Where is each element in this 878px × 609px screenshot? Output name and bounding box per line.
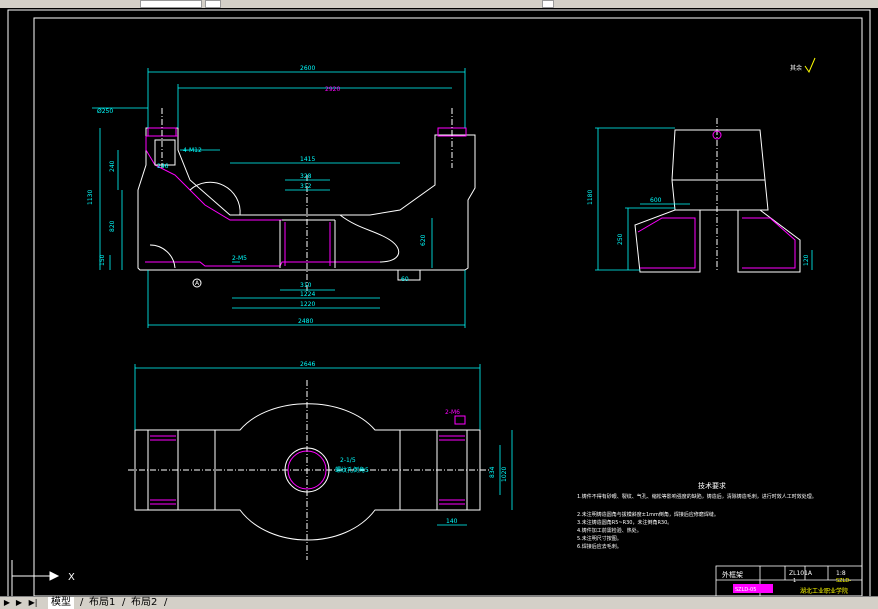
- plan-hole-note-2: 螺纹孔倒角5: [335, 466, 369, 474]
- tech-line-3: 3.未注铸造圆角R5~R30，未注倒角R30。: [577, 519, 672, 526]
- dim-150: 150: [99, 254, 106, 266]
- side-view: 1180 600 250 120 其余: [587, 57, 816, 273]
- plan-side-b: 1020: [501, 467, 508, 482]
- school-name: 湖北工业职业学院: [800, 587, 848, 595]
- weld-seam: [145, 136, 285, 221]
- dim-246: 246: [157, 163, 169, 170]
- layout-tab-bar: ▶ ▶ ▶| 模型 / 布局1 / 布局2 /: [0, 596, 878, 609]
- dim-328: 328: [300, 173, 312, 180]
- roughness-symbol: [804, 57, 816, 74]
- dim-240: 240: [109, 160, 116, 172]
- first-tab-button[interactable]: ▶: [2, 598, 12, 608]
- tech-requirements: 技术要求 1.铸件不得有砂眼、裂纹、气孔、缩松等影响强度的缺陷，铸造后，清除铸造…: [577, 481, 817, 550]
- dim-1220: 1220: [300, 301, 315, 308]
- plan-hole-note-1: 2-1/5: [340, 457, 356, 464]
- plan-length: 2646: [300, 361, 315, 368]
- side-height: 1180: [587, 190, 594, 205]
- tech-line-1: 1.铸件不得有砂眼、裂纹、气孔、缩松等影响强度的缺陷，铸造后，清除铸造毛刺，进行…: [577, 493, 817, 500]
- dim-1415: 1415: [300, 156, 315, 163]
- tech-line-5: 5.未注明尺寸按图。: [577, 535, 622, 542]
- front-view: 2600 2920 1415 328 312 1130 820 240 150 …: [87, 65, 476, 328]
- tech-line-4: 4.铸件加工前需检验、热处。: [577, 527, 642, 534]
- drawing-number: SZLD-: [836, 578, 851, 584]
- drawer: SZLD-05: [735, 587, 756, 593]
- side-low: 250: [617, 233, 624, 245]
- ucs-icon: X: [11, 560, 75, 596]
- scale: 1:8: [836, 570, 846, 577]
- dim-1130: 1130: [87, 190, 94, 205]
- ucs-x-label: X: [68, 572, 75, 583]
- tech-line-6: 6.焊接后应去毛刺。: [577, 543, 622, 550]
- roughness-note: 其余: [790, 64, 802, 72]
- tab-model[interactable]: 模型: [48, 597, 74, 609]
- dim-820: 820: [109, 220, 116, 232]
- quantity: 1: [793, 578, 796, 584]
- next-tab-button[interactable]: ▶|: [28, 598, 38, 608]
- plan-top-note: 2-M6: [445, 409, 460, 416]
- cad-drawing-canvas[interactable]: 2600 2920 1415 328 312 1130 820 240 150 …: [0, 0, 878, 608]
- side-width: 600: [650, 197, 662, 204]
- bolt-note: 4-M12: [183, 147, 202, 154]
- tab-layout1[interactable]: 布局1: [86, 597, 118, 609]
- plan-side-a: 834: [489, 466, 496, 478]
- material-code: ZL101A: [789, 570, 813, 577]
- plan-bottom-dim: 140: [446, 518, 458, 525]
- dim-1224: 1224: [300, 291, 315, 298]
- dim-inner-span: 2920: [325, 86, 340, 93]
- dim-310: 310: [300, 282, 312, 289]
- dim-312: 312: [300, 183, 312, 190]
- plan-view: 2646 834 1020 140 2-1/5 螺纹孔倒角5 2-M6: [128, 361, 513, 560]
- inner-frame: [33, 17, 863, 597]
- tab-layout2[interactable]: 布局2: [128, 597, 160, 609]
- tech-line-2: 2.未注明铸造圆角与拔模斜度±1mm倒角，焊接后应修磨焊缝。: [577, 511, 719, 518]
- tag-right: 60: [401, 276, 409, 283]
- bottom-hole-note: 2-M5: [232, 255, 247, 262]
- dim-overall-length: 2600: [300, 65, 315, 72]
- side-small: 120: [803, 254, 810, 266]
- tag-left: Ø250: [97, 108, 113, 115]
- prev-tab-button[interactable]: ▶: [14, 598, 24, 608]
- dim-2480: 2480: [298, 318, 313, 325]
- tech-title: 技术要求: [698, 481, 726, 490]
- side-body: [671, 129, 769, 211]
- dim-620: 620: [420, 234, 427, 246]
- part-name: 外框架: [722, 570, 743, 579]
